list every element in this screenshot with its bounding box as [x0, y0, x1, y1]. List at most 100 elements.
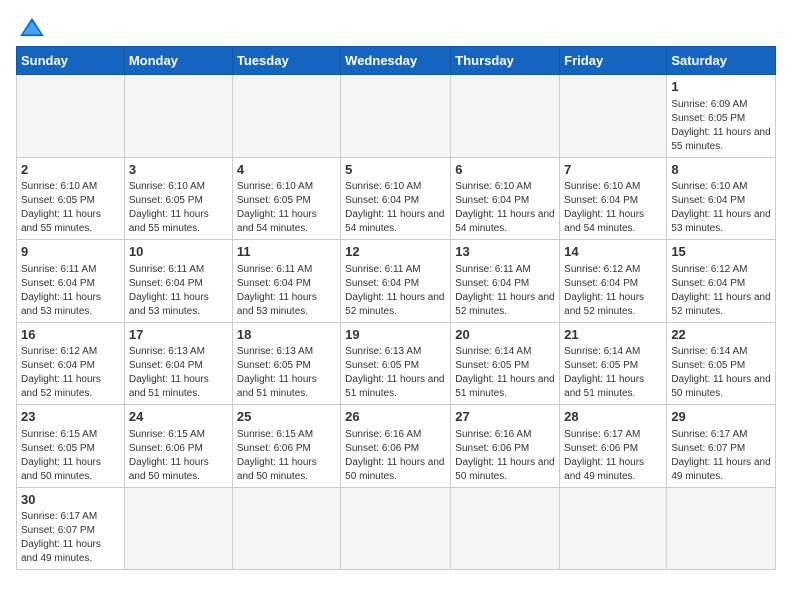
calendar-cell: [560, 75, 667, 158]
calendar-cell: 8Sunrise: 6:10 AMSunset: 6:04 PMDaylight…: [667, 157, 776, 240]
calendar-header-row: SundayMondayTuesdayWednesdayThursdayFrid…: [17, 47, 776, 75]
day-number: 7: [564, 161, 662, 179]
calendar-cell: 7Sunrise: 6:10 AMSunset: 6:04 PMDaylight…: [560, 157, 667, 240]
col-header-friday: Friday: [560, 47, 667, 75]
calendar-cell: 22Sunrise: 6:14 AMSunset: 6:05 PMDayligh…: [667, 322, 776, 405]
day-info: Sunrise: 6:12 AMSunset: 6:04 PMDaylight:…: [21, 345, 120, 401]
calendar-cell: 2Sunrise: 6:10 AMSunset: 6:05 PMDaylight…: [17, 157, 125, 240]
day-number: 26: [345, 408, 446, 426]
col-header-wednesday: Wednesday: [341, 47, 451, 75]
day-info: Sunrise: 6:12 AMSunset: 6:04 PMDaylight:…: [671, 263, 771, 319]
calendar-cell: [17, 75, 125, 158]
day-number: 17: [129, 326, 228, 344]
col-header-sunday: Sunday: [17, 47, 125, 75]
day-number: 24: [129, 408, 228, 426]
col-header-saturday: Saturday: [667, 47, 776, 75]
calendar-cell: [232, 487, 340, 570]
day-number: 21: [564, 326, 662, 344]
calendar-cell: 3Sunrise: 6:10 AMSunset: 6:05 PMDaylight…: [124, 157, 232, 240]
calendar-cell: 25 Sunrise: 6:15 AMSunset: 6:06 PMDayligh…: [232, 405, 340, 488]
calendar-cell: 9 Sunrise: 6:11 AMSunset: 6:04 PMDaylight…: [17, 240, 125, 323]
calendar-cell: 15 Sunrise: 6:12 AMSunset: 6:04 PMDayligh…: [667, 240, 776, 323]
calendar-cell: 1Sunrise: 6:09 AMSunset: 6:05 PMDaylight…: [667, 75, 776, 158]
calendar-cell: 13 Sunrise: 6:11 AMSunset: 6:04 PMDayligh…: [451, 240, 560, 323]
calendar-cell: 6Sunrise: 6:10 AMSunset: 6:04 PMDaylight…: [451, 157, 560, 240]
day-number: 13: [455, 243, 555, 261]
day-number: 30: [21, 491, 120, 509]
day-info: Sunrise: 6:14 AMSunset: 6:05 PMDaylight:…: [671, 345, 771, 401]
day-number: 25: [237, 408, 336, 426]
calendar-cell: 26 Sunrise: 6:16 AMSunset: 6:06 PMDayligh…: [341, 405, 451, 488]
calendar-cell: 23Sunrise: 6:15 AMSunset: 6:05 PMDayligh…: [17, 405, 125, 488]
calendar-cell: 21Sunrise: 6:14 AMSunset: 6:05 PMDayligh…: [560, 322, 667, 405]
calendar-cell: [341, 487, 451, 570]
calendar-cell: 14 Sunrise: 6:12 AMSunset: 6:04 PMDayligh…: [560, 240, 667, 323]
day-number: 10: [129, 243, 228, 261]
day-info: Sunrise: 6:10 AMSunset: 6:04 PMDaylight:…: [671, 180, 771, 236]
day-number: 1: [671, 78, 771, 96]
calendar-cell: 12Sunrise: 6:11 AMSunset: 6:04 PMDayligh…: [341, 240, 451, 323]
col-header-monday: Monday: [124, 47, 232, 75]
calendar-cell: 30Sunrise: 6:17 AMSunset: 6:07 PMDayligh…: [17, 487, 125, 570]
day-info: Sunrise: 6:11 AMSunset: 6:04 PMDaylight:…: [237, 263, 336, 319]
day-info: Sunrise: 6:16 AMSunset: 6:06 PMDaylight:…: [455, 428, 555, 484]
day-info: Sunrise: 6:13 AMSunset: 6:04 PMDaylight:…: [129, 345, 228, 401]
calendar-cell: [341, 75, 451, 158]
day-info: Sunrise: 6:16 AMSunset: 6:06 PMDaylight:…: [345, 428, 446, 484]
col-header-thursday: Thursday: [451, 47, 560, 75]
day-info: Sunrise: 6:17 AMSunset: 6:07 PMDaylight:…: [671, 428, 771, 484]
day-number: 16: [21, 326, 120, 344]
col-header-tuesday: Tuesday: [232, 47, 340, 75]
calendar-cell: 29 Sunrise: 6:17 AMSunset: 6:07 PMDayligh…: [667, 405, 776, 488]
day-info: Sunrise: 6:13 AMSunset: 6:05 PMDaylight:…: [237, 345, 336, 401]
calendar-cell: 11 Sunrise: 6:11 AMSunset: 6:04 PMDayligh…: [232, 240, 340, 323]
calendar-cell: 28 Sunrise: 6:17 AMSunset: 6:06 PMDayligh…: [560, 405, 667, 488]
day-info: Sunrise: 6:11 AMSunset: 6:04 PMDaylight:…: [345, 263, 446, 319]
day-info: Sunrise: 6:11 AMSunset: 6:04 PMDaylight:…: [455, 263, 555, 319]
day-number: 20: [455, 326, 555, 344]
day-info: Sunrise: 6:15 AMSunset: 6:05 PMDaylight:…: [21, 428, 120, 484]
day-number: 22: [671, 326, 771, 344]
calendar-cell: 16Sunrise: 6:12 AMSunset: 6:04 PMDayligh…: [17, 322, 125, 405]
day-info: Sunrise: 6:17 AMSunset: 6:07 PMDaylight:…: [21, 510, 120, 566]
calendar-cell: 17Sunrise: 6:13 AMSunset: 6:04 PMDayligh…: [124, 322, 232, 405]
calendar-cell: [232, 75, 340, 158]
calendar-cell: 19Sunrise: 6:13 AMSunset: 6:05 PMDayligh…: [341, 322, 451, 405]
day-number: 8: [671, 161, 771, 179]
day-number: 18: [237, 326, 336, 344]
day-number: 3: [129, 161, 228, 179]
calendar-cell: 10Sunrise: 6:11 AMSunset: 6:04 PMDayligh…: [124, 240, 232, 323]
day-info: Sunrise: 6:11 AMSunset: 6:04 PMDaylight:…: [21, 263, 120, 319]
calendar-week-5: 23Sunrise: 6:15 AMSunset: 6:05 PMDayligh…: [17, 405, 776, 488]
calendar-cell: [124, 487, 232, 570]
day-info: Sunrise: 6:15 AMSunset: 6:06 PMDaylight:…: [129, 428, 228, 484]
page-header: [16, 16, 776, 34]
day-number: 15: [671, 243, 771, 261]
day-info: Sunrise: 6:15 AMSunset: 6:06 PMDaylight:…: [237, 428, 336, 484]
day-info: Sunrise: 6:13 AMSunset: 6:05 PMDaylight:…: [345, 345, 446, 401]
calendar-cell: 20Sunrise: 6:14 AMSunset: 6:05 PMDayligh…: [451, 322, 560, 405]
logo-icon: [18, 16, 46, 38]
day-info: Sunrise: 6:10 AMSunset: 6:05 PMDaylight:…: [129, 180, 228, 236]
calendar-week-2: 2 Sunrise: 6:10 AMSunset: 6:05 PMDaylight…: [17, 157, 776, 240]
day-info: Sunrise: 6:17 AMSunset: 6:06 PMDaylight:…: [564, 428, 662, 484]
day-number: 28: [564, 408, 662, 426]
day-number: 9: [21, 243, 120, 261]
calendar-week-3: 9 Sunrise: 6:11 AMSunset: 6:04 PMDaylight…: [17, 240, 776, 323]
day-info: Sunrise: 6:12 AMSunset: 6:04 PMDaylight:…: [564, 263, 662, 319]
day-number: 19: [345, 326, 446, 344]
calendar-cell: [451, 75, 560, 158]
calendar-week-1: 1Sunrise: 6:09 AMSunset: 6:05 PMDaylight…: [17, 75, 776, 158]
day-number: 14: [564, 243, 662, 261]
calendar-cell: 5Sunrise: 6:10 AMSunset: 6:04 PMDaylight…: [341, 157, 451, 240]
calendar-cell: [451, 487, 560, 570]
day-number: 29: [671, 408, 771, 426]
calendar-week-6: 30Sunrise: 6:17 AMSunset: 6:07 PMDayligh…: [17, 487, 776, 570]
day-info: Sunrise: 6:14 AMSunset: 6:05 PMDaylight:…: [455, 345, 555, 401]
day-info: Sunrise: 6:10 AMSunset: 6:04 PMDaylight:…: [455, 180, 555, 236]
day-number: 6: [455, 161, 555, 179]
day-info: Sunrise: 6:10 AMSunset: 6:04 PMDaylight:…: [345, 180, 446, 236]
calendar-cell: 27Sunrise: 6:16 AMSunset: 6:06 PMDayligh…: [451, 405, 560, 488]
day-number: 2: [21, 161, 120, 179]
day-number: 11: [237, 243, 336, 261]
